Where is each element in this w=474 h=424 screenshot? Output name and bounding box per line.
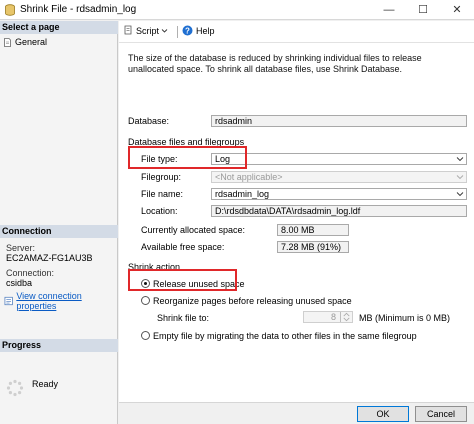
database-label: Database: [128,116,170,126]
minimize-button[interactable]: — [372,0,406,20]
script-label: Script [136,25,160,36]
spinner-arrows-icon [340,312,350,322]
shrink-file-to-value: 8 [330,312,336,322]
free-space-label: Available free space: [141,242,225,252]
left-pane: Select a page General Connection Server:… [0,21,118,424]
database-field: rdsadmin [211,115,467,127]
help-icon: ? [182,25,193,36]
empty-file-label: Empty file by migrating the data to othe… [153,331,417,341]
connection-value: csidba [6,278,33,288]
help-button[interactable]: ? Help [182,25,215,36]
title-bar: Shrink File - rdsadmin_log — ☐ ✕ [0,0,474,20]
chevron-down-icon [456,192,464,197]
maximize-button[interactable]: ☐ [406,0,440,20]
view-connection-properties-text: View connection properties [16,291,82,311]
script-button[interactable]: Script [123,25,168,36]
close-button[interactable]: ✕ [440,0,474,20]
location-label: Location: [141,206,178,216]
server-label: Server: [6,243,36,253]
filegroup-label: Filegroup: [141,172,182,182]
description-text: The size of the database is reduced by s… [128,53,422,74]
window-title: Shrink File - rdsadmin_log [20,4,137,15]
properties-icon [4,296,13,306]
progress-spinner-icon [6,379,24,397]
nav-item-general[interactable]: General [3,36,47,48]
ok-button[interactable]: OK [357,406,409,422]
file-type-dropdown[interactable]: Log [211,153,467,165]
help-label: Help [196,25,215,36]
progress-header: Progress [0,339,118,352]
release-option-highlight [128,269,237,291]
script-icon [124,25,132,35]
chevron-down-icon [456,175,464,180]
connection-label: Connection: [6,268,55,278]
file-name-dropdown[interactable]: rdsadmin_log [211,188,467,200]
reorganize-pages-label: Reorganize pages before releasing unused… [153,296,352,306]
file-name-label: File name: [141,189,184,199]
filegroup-value: <Not applicable> [215,172,283,182]
reorganize-pages-radio[interactable] [141,296,150,305]
filegroup-dropdown[interactable]: <Not applicable> [211,171,467,183]
select-page-header: Select a page [0,21,118,34]
shrink-file-to-label: Shrink file to: [157,313,210,323]
shrink-unit-label: MB (Minimum is 0 MB) [359,313,451,323]
button-bar: OK Cancel [119,402,474,424]
shrink-file-to-stepper[interactable]: 8 [303,311,353,323]
chevron-down-icon [456,157,464,162]
toolbar: Script ? Help [119,21,474,43]
nav-item-label: General [15,37,48,47]
free-space-field: 7.28 MB (91%) [277,241,349,253]
file-name-value: rdsadmin_log [215,189,270,199]
database-icon [5,4,15,16]
location-field: D:\rdsdbdata\DATA\rdsadmin_log.ldf [211,205,467,217]
allocated-space-field: 8.00 MB [277,224,349,236]
page-icon [4,37,11,47]
allocated-space-label: Currently allocated space: [141,225,246,235]
cancel-button[interactable]: Cancel [415,406,467,422]
view-connection-properties-link[interactable]: View connection properties [4,291,117,311]
empty-file-radio[interactable] [141,331,150,340]
svg-text:?: ? [185,26,190,35]
connection-header: Connection [0,225,118,238]
progress-status: Ready [32,379,59,389]
file-type-highlight [128,146,247,169]
toolbar-separator [177,26,178,38]
main-pane: Script ? Help The size of the database i… [119,21,474,424]
chevron-down-icon [161,29,168,33]
server-value: EC2AMAZ-FG1AU3B [6,253,93,263]
